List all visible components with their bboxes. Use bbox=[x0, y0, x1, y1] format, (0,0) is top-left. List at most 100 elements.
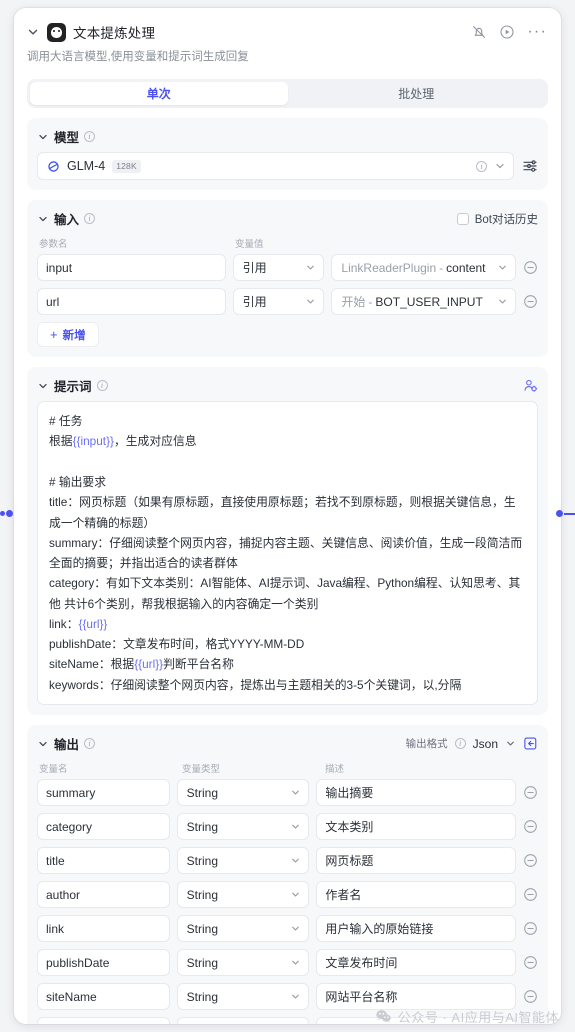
remove-output-row-icon[interactable] bbox=[523, 853, 538, 868]
output-desc-field[interactable]: 用户输入的原始链接 bbox=[316, 915, 516, 943]
play-circle-icon[interactable] bbox=[499, 24, 515, 40]
output-var-name-field[interactable]: siteName bbox=[37, 983, 170, 1011]
add-input-button[interactable]: + 新增 bbox=[37, 322, 99, 348]
output-section-title: 输出 bbox=[54, 738, 80, 753]
input-column-labels: 参数名 变量值 bbox=[37, 234, 538, 254]
output-var-name-field[interactable]: author bbox=[37, 881, 170, 909]
remove-output-row-icon[interactable] bbox=[523, 921, 538, 936]
model-selector[interactable]: GLM-4 128K i bbox=[37, 152, 514, 181]
output-desc-field[interactable]: 作者名 bbox=[316, 881, 516, 909]
chevron-down-icon bbox=[307, 299, 315, 304]
input-variable-select[interactable]: 开始 - BOT_USER_INPUT bbox=[331, 288, 516, 316]
output-type-select[interactable]: String bbox=[176, 949, 310, 977]
chevron-down-icon bbox=[292, 892, 300, 897]
bot-history-checkbox[interactable]: Bot对话历史 bbox=[456, 211, 538, 227]
info-icon[interactable]: i bbox=[84, 131, 96, 143]
output-edge-line bbox=[564, 512, 575, 515]
add-input-label: 新增 bbox=[62, 329, 86, 342]
input-port-left-secondary[interactable] bbox=[0, 511, 5, 516]
output-type-select[interactable]: String bbox=[176, 1017, 310, 1024]
output-desc-field[interactable]: 文本关键词 bbox=[316, 1017, 516, 1024]
chevron-down-icon[interactable] bbox=[37, 380, 49, 392]
model-section-title: 模型 bbox=[54, 131, 80, 146]
output-var-name-field[interactable]: summary bbox=[37, 779, 170, 807]
output-type-value: String bbox=[186, 819, 219, 834]
column-header-param-name: 参数名 bbox=[39, 239, 68, 251]
bell-off-icon[interactable] bbox=[471, 24, 487, 40]
output-port-right[interactable] bbox=[556, 510, 563, 517]
node-header: 文本提炼处理 ··· bbox=[14, 8, 561, 42]
info-icon[interactable]: i bbox=[84, 213, 96, 225]
input-variable-select[interactable]: LinkReaderPlugin - content bbox=[331, 254, 516, 282]
input-mode-value: 引用 bbox=[242, 261, 267, 276]
output-type-select[interactable]: String bbox=[176, 983, 310, 1011]
input-param-name-field[interactable]: input bbox=[37, 254, 226, 282]
prompt-textarea[interactable]: # 任务 根据{{input}}，生成对应信息 # 输出要求 title：网页标… bbox=[37, 401, 538, 706]
input-param-name-field[interactable]: url bbox=[37, 288, 226, 316]
info-icon[interactable]: i bbox=[454, 738, 466, 750]
chevron-down-icon[interactable] bbox=[37, 131, 49, 143]
input-mode-value: 引用 bbox=[242, 295, 267, 310]
remove-output-row-icon[interactable] bbox=[523, 819, 538, 834]
prompt-section-title: 提示词 bbox=[54, 380, 92, 395]
remove-output-row-icon[interactable] bbox=[523, 955, 538, 970]
info-icon[interactable]: i bbox=[476, 160, 487, 172]
tab-single-run[interactable]: 单次 bbox=[30, 82, 288, 106]
chevron-down-icon[interactable] bbox=[505, 738, 516, 749]
output-var-name-field[interactable]: publishDate bbox=[37, 949, 170, 977]
remove-output-row-icon[interactable] bbox=[523, 785, 538, 800]
page-title: 文本提炼处理 bbox=[73, 26, 156, 41]
info-icon[interactable]: i bbox=[96, 380, 108, 392]
output-type-select[interactable]: String bbox=[176, 915, 310, 943]
output-var-name-field[interactable]: link bbox=[37, 915, 170, 943]
output-var-name-field[interactable]: keywords bbox=[37, 1017, 170, 1024]
chevron-down-icon[interactable] bbox=[37, 213, 49, 225]
prompt-variable: {{url}} bbox=[134, 657, 164, 672]
output-var-name-field[interactable]: title bbox=[37, 847, 170, 875]
output-format-value[interactable]: Json bbox=[473, 737, 498, 751]
more-options-icon[interactable]: ··· bbox=[527, 24, 547, 40]
remove-output-row-icon[interactable] bbox=[523, 887, 538, 902]
output-type-select[interactable]: String bbox=[176, 813, 310, 841]
output-column-labels: 变量名 变量类型 描述 bbox=[37, 759, 538, 779]
output-desc-field[interactable]: 网站平台名称 bbox=[316, 983, 516, 1011]
input-section-header: 输入 i Bot对话历史 bbox=[37, 209, 538, 228]
output-type-select[interactable]: String bbox=[176, 779, 310, 807]
output-row: siteName String 网站平台名称 bbox=[37, 983, 538, 1011]
chevron-down-icon[interactable] bbox=[37, 738, 49, 750]
input-row: input 引用 LinkReaderPlugin - content bbox=[37, 254, 538, 282]
output-row: title String 网页标题 bbox=[37, 847, 538, 875]
output-desc-field[interactable]: 文本类别 bbox=[316, 813, 516, 841]
column-header-value: 变量值 bbox=[235, 239, 264, 251]
output-desc-field[interactable]: 输出摘要 bbox=[316, 779, 516, 807]
input-port-left[interactable] bbox=[6, 510, 13, 517]
output-type-select[interactable]: String bbox=[176, 881, 310, 909]
output-type-select[interactable]: String bbox=[176, 847, 310, 875]
input-mode-select[interactable]: 引用 bbox=[232, 288, 325, 316]
output-var-name-field[interactable]: category bbox=[37, 813, 170, 841]
chevron-down-icon bbox=[292, 960, 300, 965]
output-row: link String 用户输入的原始链接 bbox=[37, 915, 538, 943]
output-desc-field[interactable]: 网页标题 bbox=[316, 847, 516, 875]
output-desc-field[interactable]: 文章发布时间 bbox=[316, 949, 516, 977]
remove-output-row-icon[interactable] bbox=[523, 1023, 538, 1024]
collapse-panel-icon[interactable] bbox=[523, 736, 538, 751]
chevron-down-icon[interactable] bbox=[26, 25, 40, 39]
remove-input-row-icon[interactable] bbox=[523, 260, 538, 275]
bot-avatar-icon bbox=[47, 22, 66, 42]
input-variable-source: 开始 bbox=[341, 295, 366, 310]
remove-output-row-icon[interactable] bbox=[523, 989, 538, 1004]
output-row: keywords String 文本关键词 bbox=[37, 1017, 538, 1024]
node-header-actions: ··· bbox=[471, 24, 547, 40]
node-subtitle: 调用大语言模型,使用变量和提示词生成回复 bbox=[27, 51, 249, 63]
output-row: category String 文本类别 bbox=[37, 813, 538, 841]
user-settings-icon[interactable] bbox=[523, 378, 538, 393]
chevron-down-icon[interactable] bbox=[494, 160, 506, 172]
output-rows: summary String 输出摘要 category String 文本类别 title… bbox=[37, 779, 538, 1024]
info-icon[interactable]: i bbox=[84, 738, 96, 750]
tab-batch-run[interactable]: 批处理 bbox=[288, 82, 546, 105]
remove-input-row-icon[interactable] bbox=[523, 294, 538, 309]
model-settings-icon[interactable] bbox=[522, 158, 538, 174]
input-mode-select[interactable]: 引用 bbox=[232, 254, 325, 282]
output-type-value: String bbox=[186, 921, 219, 936]
